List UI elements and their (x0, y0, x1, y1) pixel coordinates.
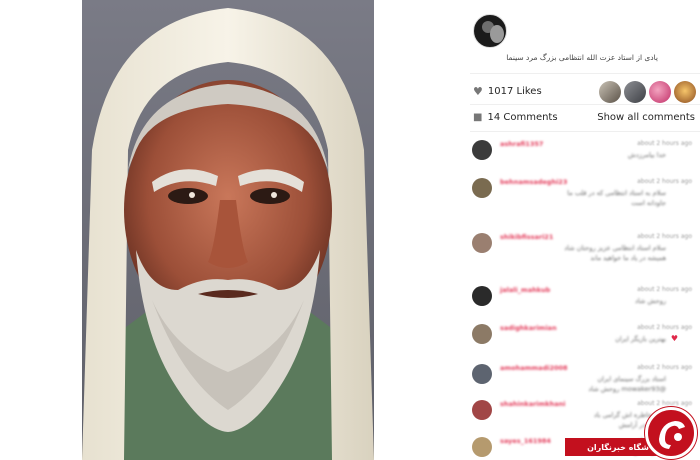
comment-text: سلام استاد انتظامی عزیز روحتان شاد (564, 244, 666, 252)
comment-text-line2: همیشه در یاد ما خواهید ماند (590, 254, 666, 262)
likes-row[interactable]: ♥ 1017 Likes (473, 85, 542, 98)
post-photo[interactable] (82, 0, 374, 460)
heart-icon[interactable]: ♥ (473, 85, 483, 98)
post-sidebar: یادی از استاد عزت الله انتظامی بزرگ مرد … (464, 0, 700, 460)
comment-username[interactable]: ashrafi1357 (500, 140, 543, 148)
comment-username[interactable]: jalali_mahkub (500, 286, 550, 294)
post-caption: یادی از استاد عزت الله انتظامی بزرگ مرد … (506, 53, 658, 62)
liker-avatar[interactable] (674, 81, 696, 103)
comment-icon: ■ (473, 112, 483, 123)
logo-icon (659, 421, 685, 449)
divider (470, 73, 700, 74)
comment-username[interactable]: behnamsadeghi23 (500, 178, 567, 186)
comment-username[interactable]: sadighkarimian (500, 324, 557, 332)
comment-avatar[interactable] (472, 140, 492, 160)
comment-timestamp: about 2 hours ago (637, 233, 692, 240)
comment-timestamp: about 2 hours ago (637, 324, 692, 331)
liker-avatar[interactable] (624, 81, 646, 103)
comment-username[interactable]: amohammadi2008 (500, 364, 568, 372)
comment-avatar[interactable] (472, 286, 492, 306)
comment-username[interactable]: shikibfissari21 (500, 233, 553, 241)
comment-text: استاد بزرگ سینمای ایران (597, 375, 666, 383)
comment-avatar[interactable] (472, 437, 492, 457)
comment-username[interactable]: sayes_161984 (500, 437, 551, 445)
comment-timestamp: about 2 hours ago (637, 364, 692, 371)
comments-header: ■ 14 Comments (473, 112, 558, 123)
comment-text: سلام به استاد انتظامی که در قلب ما (567, 189, 666, 197)
comment-timestamp: about 2 hours ago (637, 400, 692, 407)
comment-username[interactable]: shahinkarimkhani (500, 400, 565, 408)
comment-timestamp: about 2 hours ago (637, 286, 692, 293)
watermark-logo (645, 407, 697, 459)
comment-text: روحش شاد (635, 297, 666, 305)
comment-text: خدا بیامرزدش (627, 151, 666, 159)
divider (470, 131, 700, 132)
heart-emoji-icon: ♥ (670, 334, 678, 343)
comment-avatar[interactable] (472, 364, 492, 384)
liker-avatar[interactable] (649, 81, 671, 103)
comment-text-line2: جاودانه است (631, 199, 666, 207)
likes-count: 1017 Likes (487, 86, 542, 97)
show-all-comments-link[interactable]: Show all comments (597, 112, 695, 123)
comment-avatar[interactable] (472, 178, 492, 198)
liker-avatars (599, 81, 696, 103)
comment-timestamp: about 2 hours ago (637, 178, 692, 185)
profile-avatar[interactable] (473, 14, 507, 48)
comment-avatar[interactable] (472, 400, 492, 420)
portrait-image (82, 0, 374, 460)
liker-avatar[interactable] (599, 81, 621, 103)
divider (470, 104, 700, 105)
comment-text-line2: @mowaker93 روحش شاد (588, 385, 666, 393)
comment-avatar[interactable] (472, 324, 492, 344)
comments-count: 14 Comments (487, 112, 558, 123)
comment-timestamp: about 2 hours ago (637, 140, 692, 147)
comment-text: بهترین بازیگر ایران (615, 335, 666, 343)
comment-avatar[interactable] (472, 233, 492, 253)
